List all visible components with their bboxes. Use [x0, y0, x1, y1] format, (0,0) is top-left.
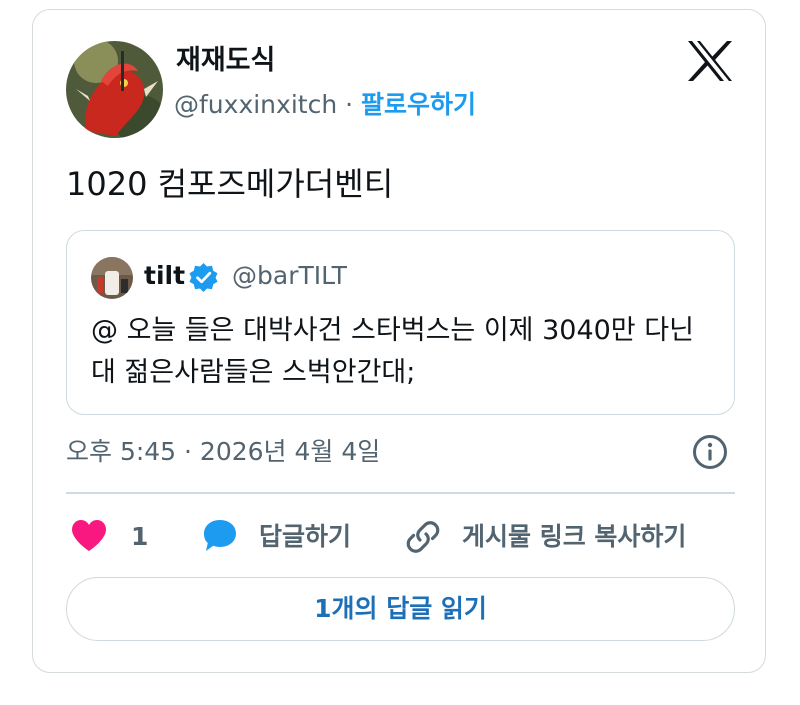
read-replies-button[interactable]: 1개의 답글 읽기 — [66, 577, 735, 641]
divider — [66, 492, 735, 494]
copy-link-label: 게시물 링크 복사하기 — [462, 522, 687, 551]
x-logo-icon[interactable] — [687, 40, 733, 82]
reply-label: 답글하기 — [259, 522, 352, 551]
like-button[interactable]: 1 — [70, 518, 150, 556]
info-icon[interactable] — [692, 434, 728, 470]
quoted-author-name[interactable]: tilt — [144, 259, 185, 293]
quoted-author-avatar[interactable] — [91, 257, 133, 299]
link-icon — [406, 521, 440, 553]
author-avatar[interactable] — [66, 41, 163, 138]
quoted-author-handle[interactable]: @barTILT — [232, 259, 347, 293]
reply-button[interactable]: 답글하기 — [201, 518, 361, 556]
author-handle[interactable]: @fuxxinxitch — [174, 90, 337, 119]
speech-bubble-icon — [204, 520, 236, 551]
author-display-name[interactable]: 재재도식 — [176, 44, 275, 78]
tweet-text: 1020 컴포즈메가더벤티 — [66, 165, 394, 203]
handle-separator: · — [337, 90, 362, 119]
copy-link-button[interactable]: 게시물 링크 복사하기 — [404, 518, 704, 556]
tweet-timestamp[interactable]: 오후 5:45 · 2026년 4월 4일 — [66, 434, 380, 470]
like-count: 1 — [131, 522, 149, 551]
author-handle-line: @fuxxinxitch · 팔로우하기 — [174, 88, 476, 122]
heart-icon — [72, 520, 106, 551]
verified-badge-icon — [188, 262, 219, 293]
follow-link[interactable]: 팔로우하기 — [361, 90, 476, 119]
quoted-tweet-text: @ 오늘 들은 대박사건 스타벅스는 이제 3040만 다닌대 젊은사람들은 스… — [91, 315, 694, 388]
